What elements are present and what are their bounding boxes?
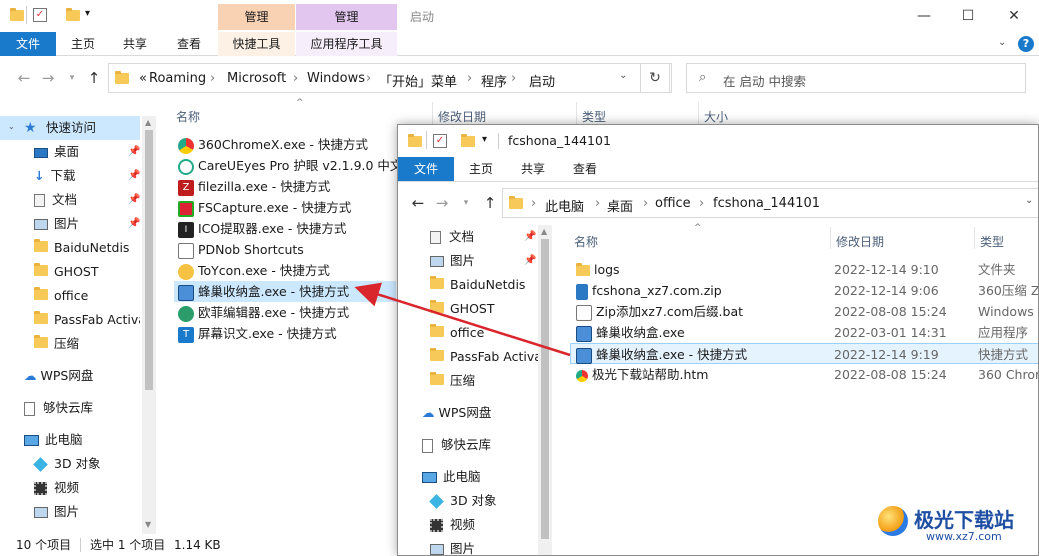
- watermark: 极光下载站 www.xz7.com: [876, 500, 1036, 550]
- drag-arrow: [354, 282, 571, 357]
- watermark-brand: 极光下载站: [914, 508, 1014, 532]
- watermark-url: www.xz7.com: [926, 530, 1002, 543]
- logo-icon: [878, 506, 908, 536]
- arrow-line: [354, 282, 571, 357]
